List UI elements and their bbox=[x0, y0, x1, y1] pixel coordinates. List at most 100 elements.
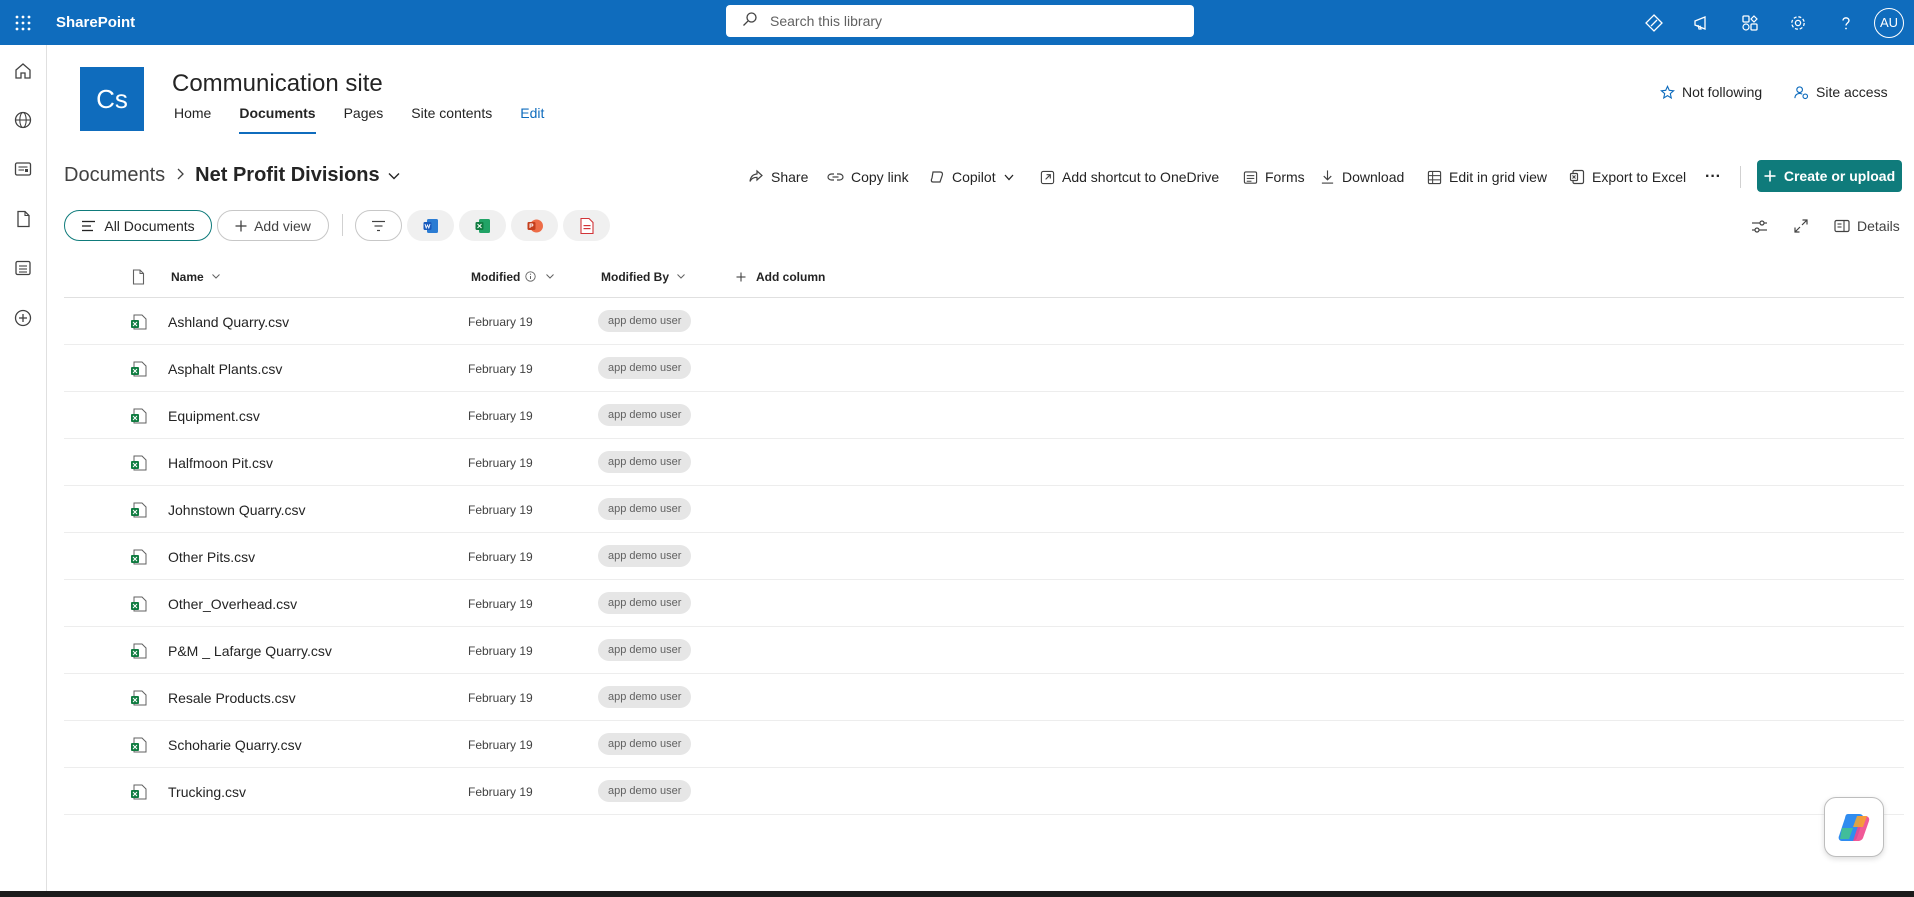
download-button[interactable]: Download bbox=[1320, 164, 1404, 190]
chevron-down-icon[interactable] bbox=[388, 172, 400, 180]
search-box[interactable] bbox=[726, 5, 1194, 37]
nav-documents[interactable]: Documents bbox=[239, 105, 316, 134]
modified-by-badge[interactable]: app demo user bbox=[598, 639, 692, 661]
expand-button[interactable] bbox=[1793, 214, 1809, 238]
list-row[interactable]: Halfmoon Pit.csv February 19 app demo user bbox=[64, 439, 1904, 486]
lists-icon[interactable] bbox=[11, 256, 35, 280]
create-or-upload-button[interactable]: Create or upload bbox=[1757, 160, 1902, 192]
list-row[interactable]: Johnstown Quarry.csv February 19 app demo … bbox=[64, 486, 1904, 533]
breadcrumb-root[interactable]: Documents bbox=[64, 164, 165, 187]
modified-date: February 19 bbox=[468, 737, 533, 752]
file-name-link[interactable]: Equipment.csv bbox=[168, 392, 260, 439]
list-row[interactable]: Asphalt Plants.csv February 19 app demo us… bbox=[64, 345, 1904, 392]
add-column-button[interactable]: Add column bbox=[736, 270, 825, 284]
create-plus-icon[interactable] bbox=[11, 306, 35, 330]
list-row[interactable]: Other_Overhead.csv February 19 app demo us… bbox=[64, 580, 1904, 627]
modified-by-badge[interactable]: app demo user bbox=[598, 545, 692, 567]
file-name-link[interactable]: Johnstown Quarry.csv bbox=[168, 486, 305, 533]
name-column-header[interactable]: Name bbox=[171, 270, 220, 284]
copy-link-button[interactable]: Copy link bbox=[827, 164, 909, 190]
edit-grid-view-button[interactable]: Edit in grid view bbox=[1427, 164, 1547, 190]
file-name-link[interactable]: Schoharie Quarry.csv bbox=[168, 721, 302, 768]
modified-by-badge[interactable]: app demo user bbox=[598, 357, 692, 379]
apps-switch-icon[interactable] bbox=[1726, 0, 1774, 45]
modified-by-badge[interactable]: app demo user bbox=[598, 404, 692, 426]
list-row[interactable]: Resale Products.csv February 19 app demo u… bbox=[64, 674, 1904, 721]
csv-file-icon bbox=[130, 784, 148, 805]
file-type-column-icon[interactable] bbox=[132, 268, 145, 285]
modified-by-badge[interactable]: app demo user bbox=[598, 686, 692, 708]
modified-date: February 19 bbox=[468, 596, 533, 611]
search-input[interactable] bbox=[770, 13, 1170, 29]
copilot-menu-button[interactable]: Copilot bbox=[929, 164, 1021, 190]
info-pane-icon bbox=[1834, 219, 1850, 233]
file-name-link[interactable]: P&M _ Lafarge Quarry.csv bbox=[168, 627, 332, 674]
filter-pdf-files-button[interactable] bbox=[563, 210, 610, 241]
file-name-link[interactable]: Halfmoon Pit.csv bbox=[168, 439, 273, 486]
copilot-diamond-icon[interactable] bbox=[1630, 0, 1678, 45]
forms-button[interactable]: Forms bbox=[1243, 164, 1305, 190]
details-pane-button[interactable]: Details bbox=[1834, 214, 1900, 238]
list-row[interactable]: Schoharie Quarry.csv February 19 app demo … bbox=[64, 721, 1904, 768]
edit-grid-view-label: Edit in grid view bbox=[1449, 169, 1548, 185]
user-avatar[interactable]: AU bbox=[1874, 7, 1904, 38]
nav-edit-link[interactable]: Edit bbox=[520, 105, 544, 131]
add-shortcut-button[interactable]: Add shortcut to OneDrive bbox=[1040, 164, 1219, 190]
list-row[interactable]: P&M _ Lafarge Quarry.csv February 19 app d… bbox=[64, 627, 1904, 674]
nav-home[interactable]: Home bbox=[174, 105, 211, 131]
settings-gear-icon[interactable] bbox=[1774, 0, 1822, 45]
modified-by-column-label: Modified By bbox=[601, 269, 669, 284]
site-title[interactable]: Communication site bbox=[172, 70, 383, 98]
modified-by-badge[interactable]: app demo user bbox=[598, 451, 692, 473]
filter-powerpoint-files-button[interactable] bbox=[511, 210, 558, 241]
site-access-button[interactable]: Site access bbox=[1794, 84, 1888, 100]
globe-icon[interactable] bbox=[11, 108, 35, 132]
megaphone-icon[interactable] bbox=[1678, 0, 1726, 45]
news-icon[interactable] bbox=[11, 157, 35, 181]
modified-by-badge[interactable]: app demo user bbox=[598, 592, 692, 614]
list-row[interactable]: Trucking.csv February 19 app demo user bbox=[64, 768, 1904, 815]
view-all-documents[interactable]: All Documents bbox=[64, 210, 212, 241]
chevron-down-icon bbox=[211, 274, 220, 279]
app-launcher-icon[interactable] bbox=[0, 0, 46, 45]
modified-by-badge[interactable]: app demo user bbox=[598, 310, 692, 332]
file-name-link[interactable]: Other Pits.csv bbox=[168, 533, 255, 580]
view-options-button[interactable] bbox=[1751, 214, 1768, 238]
csv-file-icon bbox=[130, 690, 148, 711]
list-row[interactable]: Ashland Quarry.csv February 19 app demo us… bbox=[64, 298, 1904, 345]
share-button[interactable]: Share bbox=[748, 164, 808, 190]
file-name-link[interactable]: Ashland Quarry.csv bbox=[168, 298, 289, 345]
document-icon[interactable] bbox=[11, 207, 35, 231]
suite-bar: SharePoint AU bbox=[0, 0, 1914, 45]
modified-by-badge[interactable]: app demo user bbox=[598, 780, 692, 802]
more-commands-button[interactable]: ··· bbox=[1705, 164, 1721, 190]
modified-by-column-header[interactable]: Modified By bbox=[601, 270, 685, 284]
plus-icon bbox=[736, 272, 746, 282]
export-excel-button[interactable]: Export to Excel bbox=[1569, 164, 1686, 190]
file-name-link[interactable]: Resale Products.csv bbox=[168, 674, 296, 721]
modified-by-badge[interactable]: app demo user bbox=[598, 498, 692, 520]
filter-button[interactable] bbox=[355, 210, 402, 241]
home-icon[interactable] bbox=[11, 59, 35, 83]
follow-button[interactable]: Not following bbox=[1660, 84, 1762, 100]
file-name-link[interactable]: Asphalt Plants.csv bbox=[168, 345, 282, 392]
add-view-button[interactable]: Add view bbox=[217, 210, 329, 241]
filter-excel-files-button[interactable] bbox=[459, 210, 506, 241]
chevron-down-icon bbox=[677, 274, 685, 279]
list-row[interactable]: Equipment.csv February 19 app demo user bbox=[64, 392, 1904, 439]
filter-word-files-button[interactable] bbox=[407, 210, 454, 241]
modified-by-badge[interactable]: app demo user bbox=[598, 733, 692, 755]
file-name-link[interactable]: Trucking.csv bbox=[168, 768, 246, 815]
chevron-right-icon bbox=[175, 167, 185, 185]
help-icon[interactable] bbox=[1822, 0, 1870, 45]
copilot-chat-button[interactable] bbox=[1824, 797, 1884, 857]
file-name-link[interactable]: Other_Overhead.csv bbox=[168, 580, 297, 627]
nav-pages[interactable]: Pages bbox=[344, 105, 384, 131]
modified-column-header[interactable]: Modified bbox=[471, 270, 555, 284]
brand-label[interactable]: SharePoint bbox=[56, 14, 135, 31]
list-row[interactable]: Other Pits.csv February 19 app demo user bbox=[64, 533, 1904, 580]
site-logo[interactable]: Cs bbox=[80, 67, 144, 131]
nav-site-contents[interactable]: Site contents bbox=[411, 105, 492, 131]
breadcrumb-current-folder[interactable]: Net Profit Divisions bbox=[195, 164, 379, 187]
add-column-label: Add column bbox=[756, 269, 826, 284]
